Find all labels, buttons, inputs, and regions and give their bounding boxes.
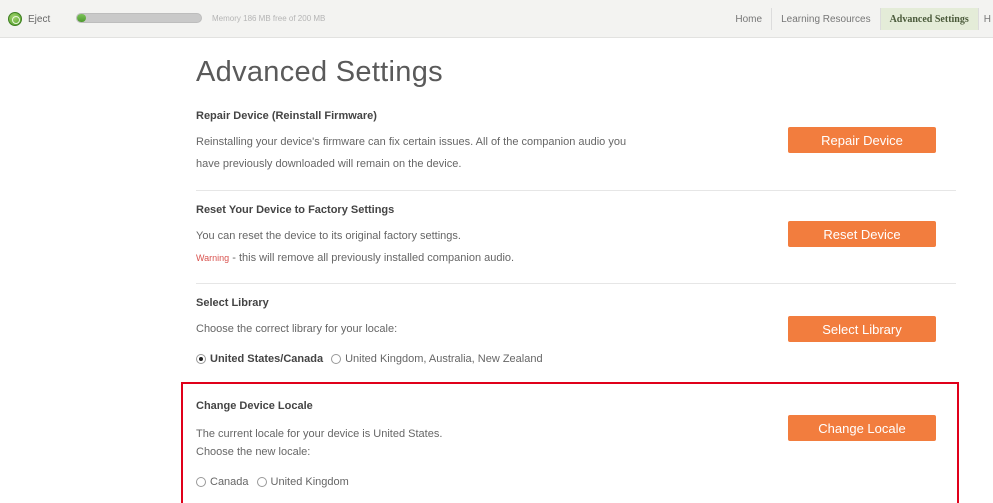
radio-option-canada[interactable]: Canada [196,476,249,488]
tab-advanced-settings[interactable]: Advanced Settings [879,8,978,30]
tab-learning-resources[interactable]: Learning Resources [771,8,880,30]
locale-text-line2: Choose the new locale: [196,446,311,458]
eject-icon [8,12,22,26]
repair-text-line1: Reinstalling your device's firmware can … [196,136,627,148]
reset-section: Reset Your Device to Factory Settings Yo… [196,204,956,274]
memory-text: Memory 186 MB free of 200 MB [212,14,326,23]
library-title: Select Library [196,297,269,309]
library-section: Select Library Choose the correct librar… [196,297,956,377]
radio-option-uk-au-nz[interactable]: United Kingdom, Australia, New Zealand [331,353,543,365]
library-text: Choose the correct library for your loca… [196,323,398,335]
eject-label: Eject [28,13,51,25]
tab-help[interactable]: H [977,8,993,30]
locale-radio-group: Canada United Kingdom [196,476,357,488]
radio-us-canada[interactable] [196,354,206,364]
repair-device-button[interactable]: Repair Device [788,127,936,153]
divider [196,190,956,191]
radio-label-united-kingdom: United Kingdom [270,476,349,488]
radio-option-us-canada[interactable]: United States/Canada [196,353,323,365]
radio-uk-au-nz[interactable] [331,354,342,364]
repair-title: Repair Device (Reinstall Firmware) [196,110,377,122]
radio-label-us-canada: United States/Canada [210,353,324,365]
tab-home[interactable]: Home [726,8,771,30]
eject-button[interactable]: Eject [8,12,50,26]
memory-bar-fill [77,14,86,22]
locale-section: Change Device Locale The current locale … [196,400,956,500]
page-title: Advanced Settings [196,56,443,88]
reset-title: Reset Your Device to Factory Settings [196,204,395,216]
radio-label-canada: Canada [210,476,249,488]
main-nav: Home Learning Resources Advanced Setting… [726,8,993,30]
select-library-button[interactable]: Select Library [788,316,936,342]
warning-label: Warning [196,253,230,263]
divider [196,283,956,284]
locale-title: Change Device Locale [196,400,313,412]
repair-text-line2: have previously downloaded will remain o… [196,158,462,170]
change-locale-button[interactable]: Change Locale [788,415,936,441]
radio-label-uk-au-nz: United Kingdom, Australia, New Zealand [345,353,543,365]
reset-text-line1: You can reset the device to its original… [196,230,461,242]
repair-section: Repair Device (Reinstall Firmware) Reins… [196,110,956,180]
library-radio-group: United States/Canada United Kingdom, Aus… [196,353,551,365]
radio-canada[interactable] [196,477,206,487]
radio-option-united-kingdom[interactable]: United Kingdom [256,476,349,488]
reset-warning-line: Warning - this will remove all previousl… [196,247,514,269]
reset-device-button[interactable]: Reset Device [788,221,936,247]
top-bar: Eject Memory 186 MB free of 200 MB Home … [0,0,993,38]
warning-text: - this will remove all previously instal… [229,252,515,264]
content: Advanced Settings [196,52,956,92]
radio-united-kingdom[interactable] [256,477,267,487]
memory-bar [76,13,202,23]
